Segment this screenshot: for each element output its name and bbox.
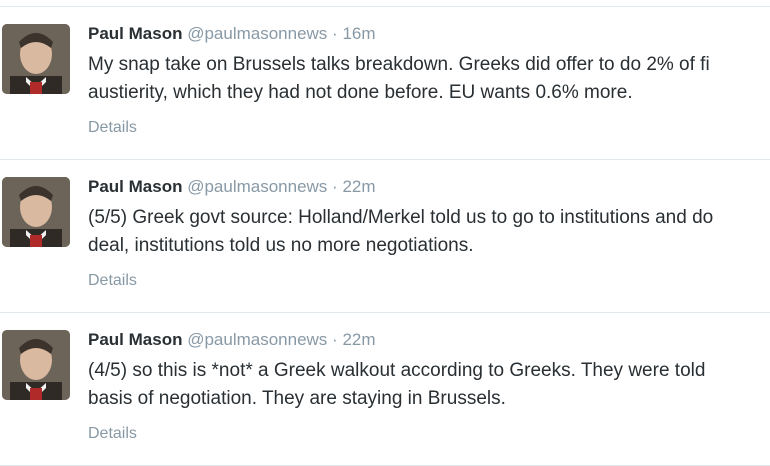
tweet-timestamp[interactable]: 16m: [342, 24, 375, 43]
tweet-timestamp[interactable]: 22m: [342, 330, 375, 349]
separator: ·: [332, 330, 338, 349]
tweet-header: Paul Mason @paulmasonnews · 22m: [88, 329, 376, 351]
details-link[interactable]: Details: [88, 425, 137, 443]
tweet-header: Paul Mason @paulmasonnews · 22m: [88, 176, 376, 198]
avatar-image: [2, 177, 70, 247]
avatar-image: [2, 330, 70, 400]
tweet-header: Paul Mason @paulmasonnews · 16m: [88, 23, 376, 45]
author-name[interactable]: Paul Mason: [88, 177, 182, 196]
author-name[interactable]: Paul Mason: [88, 24, 182, 43]
tweet[interactable]: Paul Mason @paulmasonnews · 16m My snap …: [0, 7, 770, 160]
author-handle[interactable]: @paulmasonnews: [187, 24, 327, 43]
tweet-timestamp[interactable]: 22m: [342, 177, 375, 196]
timeline-top-border: [0, 0, 770, 7]
tweet-text: (4/5) so this is *not* a Greek walkout a…: [88, 360, 706, 409]
tweet[interactable]: Paul Mason @paulmasonnews · 22m (5/5) Gr…: [0, 160, 770, 313]
author-name[interactable]: Paul Mason: [88, 330, 182, 349]
avatar[interactable]: [2, 177, 70, 247]
tweet-text: (5/5) Greek govt source: Holland/Merkel …: [88, 207, 714, 256]
avatar[interactable]: [2, 24, 70, 94]
separator: ·: [332, 177, 338, 196]
author-handle[interactable]: @paulmasonnews: [187, 330, 327, 349]
separator: ·: [332, 24, 338, 43]
avatar[interactable]: [2, 330, 70, 400]
avatar-image: [2, 24, 70, 94]
tweet-text: My snap take on Brussels talks breakdown…: [88, 54, 710, 103]
details-link[interactable]: Details: [88, 272, 137, 290]
author-handle[interactable]: @paulmasonnews: [187, 177, 327, 196]
tweet[interactable]: Paul Mason @paulmasonnews · 22m (4/5) so…: [0, 313, 770, 466]
details-link[interactable]: Details: [88, 119, 137, 137]
